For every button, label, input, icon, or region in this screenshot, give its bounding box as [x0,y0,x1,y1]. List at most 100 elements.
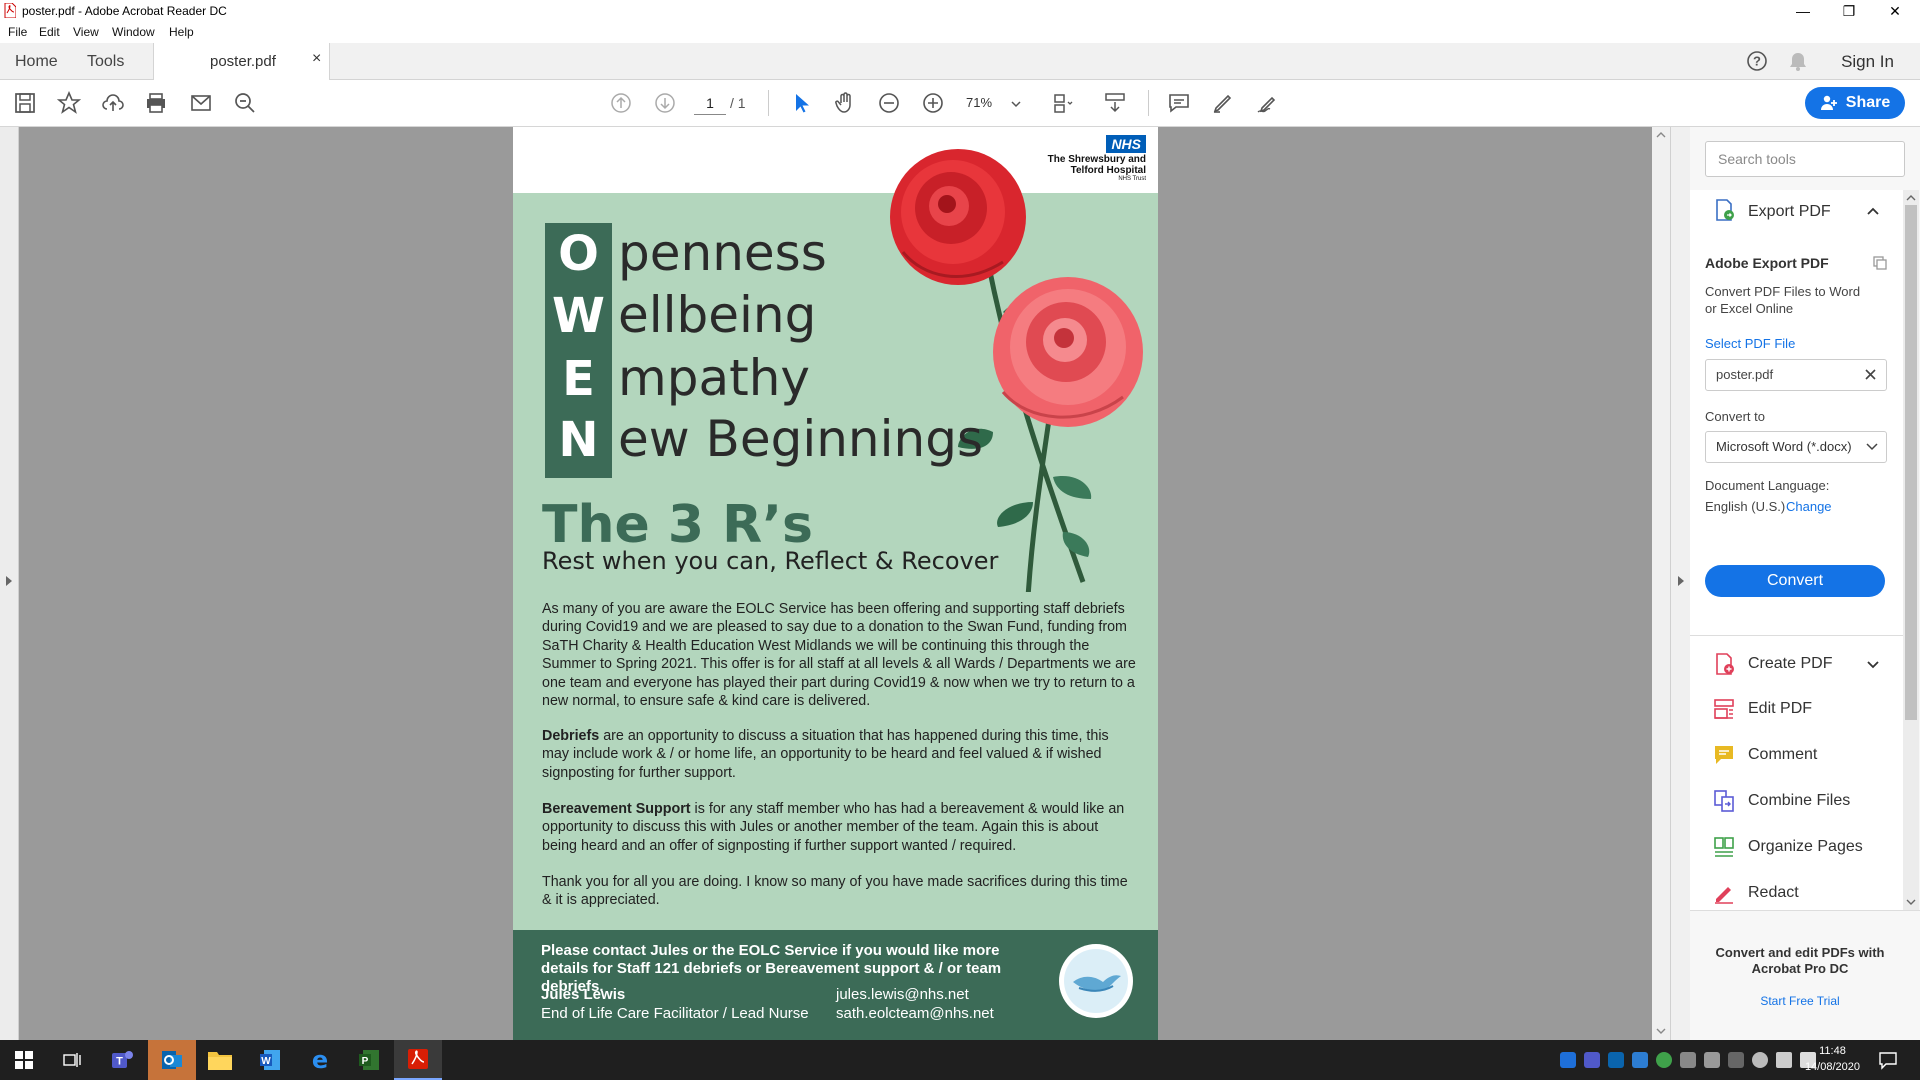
dropbox-tray-icon[interactable] [1728,1052,1744,1068]
project-app[interactable]: P [345,1040,393,1080]
convert-button[interactable]: Convert [1705,565,1885,597]
search-tools-placeholder: Search tools [1718,151,1796,167]
security-tray-icon[interactable] [1656,1052,1672,1068]
zoom-level[interactable]: 71% [966,95,992,110]
outlook-app[interactable] [148,1040,196,1080]
outlook-tray-icon[interactable] [1608,1052,1624,1068]
contact-email-team[interactable]: sath.eolcteam@nhs.net [836,1005,994,1022]
file-explorer-app[interactable] [196,1040,244,1080]
menu-edit[interactable]: Edit [39,25,60,39]
menu-bar: File Edit View Window Help [0,22,1920,42]
acrostic-letter-o: O [558,226,599,282]
menu-help[interactable]: Help [169,25,194,39]
fill-sign-icon[interactable] [1252,80,1282,126]
windows-logo-icon [15,1051,33,1069]
tool-create-pdf[interactable]: Create PDF [1712,649,1832,679]
section-divider [1690,635,1903,636]
edge-app[interactable]: e [296,1040,344,1080]
menu-view[interactable]: View [73,25,99,39]
tool-edit-pdf[interactable]: Edit PDF [1712,694,1812,724]
bookmark-star-icon[interactable] [54,80,84,126]
word-app[interactable]: W [246,1040,294,1080]
scroll-mode-icon[interactable] [1100,80,1130,126]
export-pdf-title[interactable]: Export PDF [1748,203,1831,221]
next-page-icon[interactable] [650,80,680,126]
convert-to-select[interactable]: Microsoft Word (*.docx) [1705,431,1887,463]
pane-scroll-up-icon[interactable] [1906,194,1916,202]
teams-app[interactable]: T [98,1040,146,1080]
expand-left-panel-icon[interactable] [4,575,14,587]
start-button[interactable] [0,1040,48,1080]
onedrive-tray-icon[interactable] [1632,1052,1648,1068]
page-number-input[interactable]: 1 [694,92,726,115]
tab-document[interactable]: poster.pdf × [153,43,330,80]
tool-organize-pages[interactable]: Organize Pages [1712,832,1863,862]
close-tab-icon[interactable]: × [312,50,321,68]
copy-icon[interactable] [1872,255,1888,271]
select-pdf-file-label[interactable]: Select PDF File [1705,336,1795,351]
collapse-chevron-up-icon[interactable] [1866,206,1880,216]
fit-page-icon[interactable] [1046,80,1080,126]
tool-comment[interactable]: Comment [1712,740,1817,770]
minimize-button[interactable]: — [1780,0,1826,22]
highlight-pen-icon[interactable] [1208,80,1238,126]
tool-redact[interactable]: Redact [1712,878,1799,908]
taskbar-clock[interactable]: 11:48 14/08/2020 [1805,1043,1860,1075]
expand-chevron-down-icon[interactable] [1866,660,1880,670]
close-window-button[interactable]: ✕ [1872,0,1918,22]
tools-pane-scroll-thumb[interactable] [1905,205,1917,720]
tool-combine-files[interactable]: Combine Files [1712,786,1850,816]
title-bar: poster.pdf - Adobe Acrobat Reader DC — ❐… [0,0,1920,22]
pdf-file-icon [4,3,16,18]
left-panel-collapsed[interactable] [0,127,19,1040]
help-icon[interactable]: ? [1746,50,1768,72]
pane-scroll-down-icon[interactable] [1906,898,1916,906]
clear-file-icon[interactable] [1864,368,1877,381]
zoom-in-icon[interactable] [918,80,948,126]
collapse-right-panel-icon[interactable] [1676,575,1686,587]
task-view-button[interactable] [48,1040,96,1080]
acrostic-word-empathy: mpathy [618,349,810,407]
right-panel-toggle-strip[interactable] [1670,127,1691,1040]
tab-tools[interactable]: Tools [87,53,124,71]
email-icon[interactable] [186,80,216,126]
usb-tray-icon[interactable] [1680,1052,1696,1068]
app-tray-icon[interactable] [1704,1052,1720,1068]
restore-button[interactable]: ❐ [1826,0,1872,22]
scroll-up-icon[interactable] [1656,131,1666,139]
tab-home[interactable]: Home [15,53,58,71]
tool-edit-pdf-label: Edit PDF [1748,700,1813,717]
convert-to-label: Convert to [1705,409,1765,424]
share-button[interactable]: Share [1805,87,1905,119]
teams-tray-icon[interactable] [1584,1052,1600,1068]
selected-file-field[interactable]: poster.pdf [1705,359,1887,391]
acrobat-app-active[interactable] [394,1040,442,1080]
comment-icon[interactable] [1164,80,1194,126]
sign-in-link[interactable]: Sign In [1841,52,1894,72]
change-language-link[interactable]: Change [1786,499,1832,514]
wifi-tray-icon[interactable] [1752,1052,1768,1068]
menu-file[interactable]: File [8,25,27,39]
print-icon[interactable] [141,80,171,126]
menu-window[interactable]: Window [112,25,155,39]
scroll-down-icon[interactable] [1656,1027,1666,1035]
toolbar-divider [768,90,769,116]
zoom-out-icon[interactable] [874,80,904,126]
search-tools-input[interactable]: Search tools [1705,141,1905,177]
upload-cloud-icon[interactable] [98,80,128,126]
search-zoom-icon[interactable] [230,80,260,126]
display-tray-icon[interactable] [1776,1052,1792,1068]
folder-icon [208,1052,232,1070]
skype-tray-icon[interactable] [1560,1052,1576,1068]
notification-center-icon[interactable] [1878,1050,1898,1070]
select-cursor-icon[interactable] [786,80,816,126]
save-icon[interactable] [10,80,40,126]
document-language-value: English (U.S.) [1705,499,1786,514]
contact-email-jules[interactable]: jules.lewis@nhs.net [836,986,969,1003]
document-scrollbar[interactable] [1652,127,1670,1040]
notification-bell-icon[interactable] [1787,50,1809,72]
previous-page-icon[interactable] [606,80,636,126]
hand-tool-icon[interactable] [830,80,860,126]
zoom-dropdown-chevron-icon[interactable] [1011,100,1021,108]
start-free-trial-link[interactable]: Start Free Trial [1710,994,1890,1008]
